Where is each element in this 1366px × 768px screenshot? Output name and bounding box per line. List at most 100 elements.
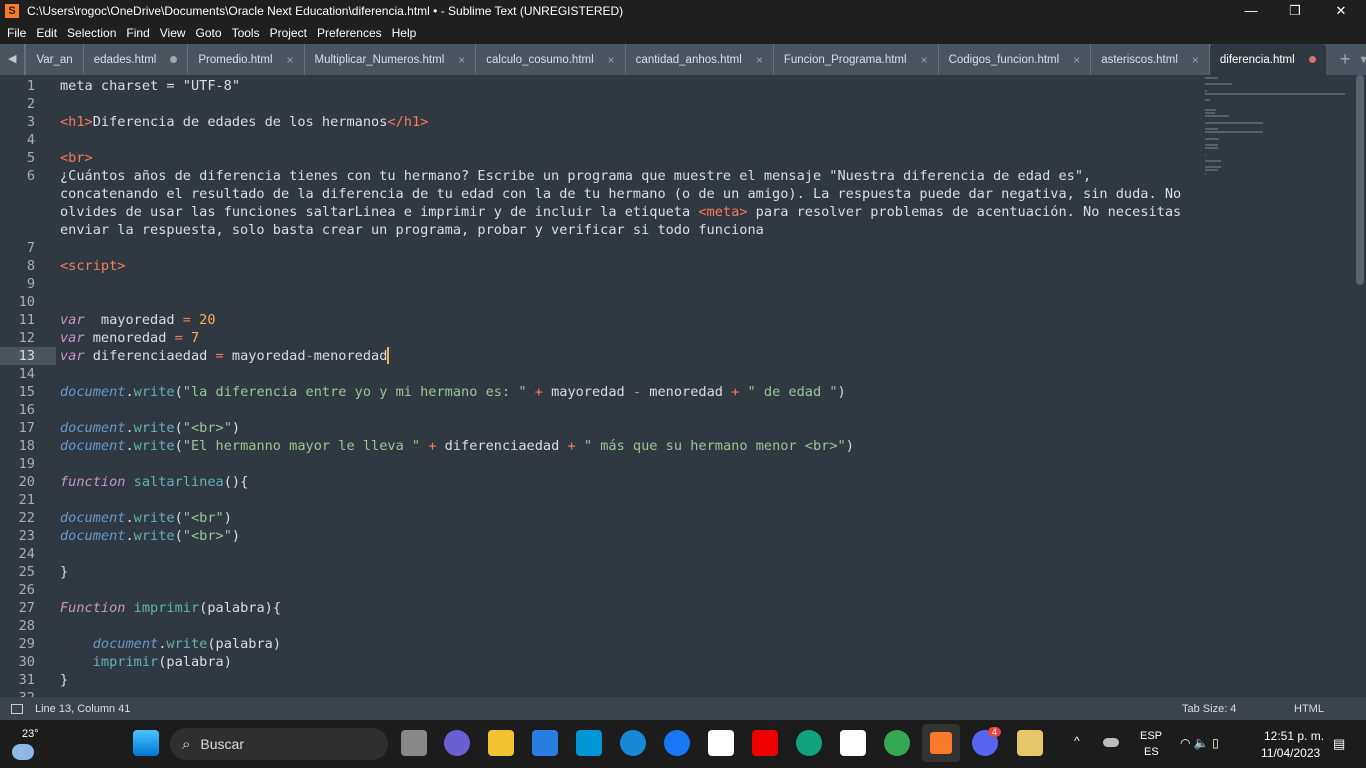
tray-chevron-icon[interactable]: ^ <box>1074 734 1080 748</box>
tab-codigos_funcion-html[interactable]: Codigos_funcion.html × <box>939 44 1092 75</box>
tab-cantidad_anhos-html[interactable]: cantidad_anhos.html × <box>626 44 774 75</box>
clock-date[interactable]: 11/04/2023 <box>1261 746 1320 760</box>
weather-temp[interactable]: 23° <box>22 728 39 740</box>
edge-icon[interactable] <box>796 730 822 756</box>
minimap-line <box>1205 147 1219 150</box>
tab-asteriscos-html[interactable]: asteriscos.html × <box>1091 44 1210 75</box>
tab-size-selector[interactable]: Tab Size: 4 <box>1182 703 1236 715</box>
tab-close-icon[interactable]: × <box>756 53 763 67</box>
token-lang: document <box>60 384 126 400</box>
weather-icon[interactable] <box>12 744 34 760</box>
menu-view[interactable]: View <box>155 26 191 40</box>
clock-time[interactable]: 12:51 p. m. <box>1264 729 1324 743</box>
tab-close-icon[interactable]: × <box>1192 53 1199 67</box>
menu-help[interactable]: Help <box>387 26 422 40</box>
vertical-scrollbar[interactable] <box>1356 75 1364 285</box>
menu-goto[interactable]: Goto <box>191 26 227 40</box>
tab-promedio-html[interactable]: Promedio.html × <box>188 44 305 75</box>
amazon-icon[interactable] <box>840 730 866 756</box>
cloud-icon[interactable] <box>1103 738 1119 747</box>
file-explorer-icon[interactable] <box>488 730 514 756</box>
new-tab-button[interactable]: + <box>1340 49 1351 70</box>
token-pl: Diferencia de edades de los hermanos <box>92 114 388 130</box>
chrome-icon[interactable] <box>884 730 910 756</box>
facebook-icon[interactable] <box>664 730 690 756</box>
wikipedia-icon[interactable] <box>708 730 734 756</box>
sublime-text-taskbar-icon[interactable] <box>922 724 960 762</box>
menu-file[interactable]: File <box>2 26 31 40</box>
code-line: var mayoredad = 20 <box>60 311 1195 329</box>
code-area[interactable]: meta charset = "UTF-8" <h1>Diferencia de … <box>60 77 1195 697</box>
code-line: meta charset = "UTF-8" <box>60 77 1195 95</box>
close-button[interactable]: ✕ <box>1318 0 1364 22</box>
notifications-icon[interactable]: ▤ <box>1333 736 1345 752</box>
maximize-button[interactable]: ❐ <box>1272 0 1318 22</box>
tab-list-dropdown[interactable]: ▼ <box>1358 54 1366 66</box>
token-op: = <box>182 312 191 328</box>
menu-preferences[interactable]: Preferences <box>312 26 387 40</box>
token-lang: document <box>60 528 126 544</box>
code-editor[interactable]: 1 2 3 4 5 6 7 8 9 10 11 12 13 14 15 16 17 18 19 20 21 22 23 24 2… <box>0 75 1366 697</box>
tab-diferencia-html[interactable]: diferencia.html <box>1209 44 1326 75</box>
minimize-button[interactable]: — <box>1228 0 1274 22</box>
code-line: Function imprimir(palabra){ <box>60 599 1195 617</box>
microsoft-store-icon[interactable] <box>532 730 558 756</box>
menu-selection[interactable]: Selection <box>62 26 121 40</box>
task-view-icon[interactable] <box>401 730 427 756</box>
input-language[interactable]: ESP <box>1140 730 1162 742</box>
myhp-icon[interactable] <box>576 730 602 756</box>
help-icon[interactable] <box>620 730 646 756</box>
token-pl: . <box>125 438 134 454</box>
tab-multiplicar_numeros-html[interactable]: Multiplicar_Numeros.html × <box>305 44 477 75</box>
token-fn: write <box>133 384 175 400</box>
start-button-icon[interactable] <box>133 730 159 756</box>
minimap[interactable] <box>1205 77 1350 227</box>
keyboard-layout[interactable]: ES <box>1144 746 1159 758</box>
minimap-line <box>1205 166 1222 169</box>
tab-back-button[interactable]: ◀ <box>8 53 16 65</box>
tab-edades-html[interactable]: edades.html <box>84 44 189 75</box>
code-line: function saltarlinea(){ <box>60 473 1195 491</box>
folder-icon[interactable] <box>1017 730 1043 756</box>
token-op: - <box>632 384 642 400</box>
tab-close-icon[interactable]: × <box>287 53 294 67</box>
minimap-line <box>1205 128 1219 130</box>
syntax-selector[interactable]: HTML <box>1294 703 1324 715</box>
line-number: 2 <box>26 96 35 112</box>
line-number: 31 <box>18 672 35 688</box>
tab-close-icon[interactable]: × <box>921 53 928 67</box>
unsaved-dot-icon[interactable] <box>1308 56 1316 63</box>
line-number: 25 <box>18 564 35 580</box>
menu-project[interactable]: Project <box>265 26 312 40</box>
tab-calculo_cosumo-html[interactable]: calculo_cosumo.html × <box>476 44 626 75</box>
unsaved-dot-icon[interactable] <box>170 56 178 63</box>
line-number: 24 <box>18 546 35 562</box>
youtube-icon[interactable] <box>752 730 778 756</box>
token-str: "la diferencia entre yo y mi hermano es:… <box>182 384 527 400</box>
menu-find[interactable]: Find <box>121 26 154 40</box>
tab-close-icon[interactable]: × <box>608 53 615 67</box>
tab-funcion_programa-html[interactable]: Funcion_Programa.html × <box>774 44 939 75</box>
teams-chat-icon[interactable] <box>444 730 470 756</box>
menu-edit[interactable]: Edit <box>31 26 62 40</box>
tab-var_an[interactable]: Var_an <box>26 44 84 75</box>
minimap-line <box>1205 112 1216 115</box>
token-fn: write <box>133 510 175 526</box>
line-number: 6 <box>26 168 35 184</box>
menu-bar: File Edit Selection Find View Goto Tools Projec… <box>0 22 1366 44</box>
wifi-volume-battery-icons[interactable]: ◠ 🔈 ▯ <box>1180 736 1219 750</box>
taskbar-search[interactable]: ⌕ Buscar <box>170 728 388 760</box>
tab-label: Var_an <box>36 53 73 66</box>
tab-close-icon[interactable]: × <box>1073 53 1080 67</box>
tab-close-icon[interactable]: × <box>458 53 465 67</box>
line-number: 8 <box>26 258 35 274</box>
minimap-line <box>1205 83 1232 86</box>
menu-tools[interactable]: Tools <box>227 26 265 40</box>
line-number: 19 <box>18 456 35 472</box>
sidebar-toggle-icon[interactable] <box>11 703 23 714</box>
